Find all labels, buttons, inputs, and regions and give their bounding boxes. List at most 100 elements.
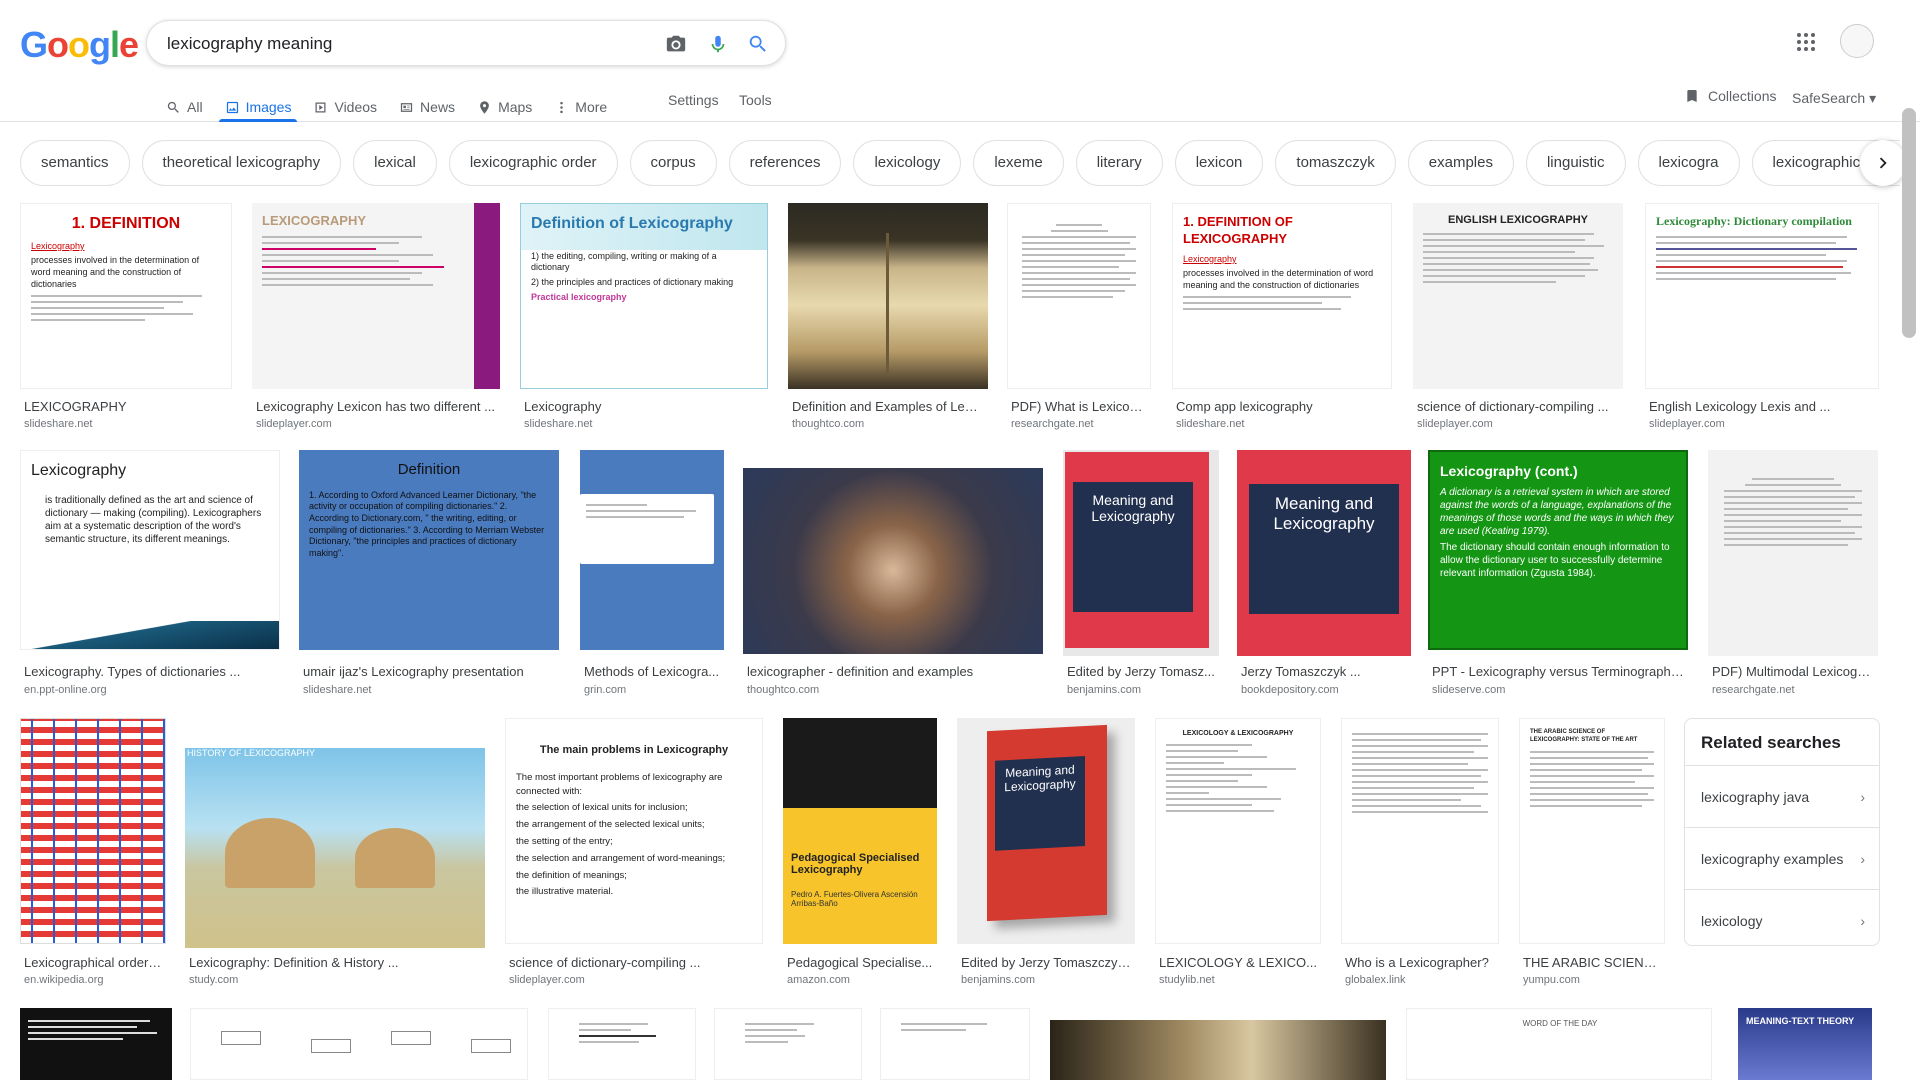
result-title[interactable]: Lexicographical order ...: [24, 955, 162, 970]
image-result[interactable]: Meaning and Lexicography Edited by Jerzy…: [957, 718, 1135, 988]
result-thumbnail[interactable]: [580, 450, 724, 650]
result-title[interactable]: Who is a Lexicographer?: [1345, 955, 1495, 970]
tab-videos[interactable]: Videos: [313, 86, 377, 122]
apps-grid-icon[interactable]: [1794, 30, 1818, 54]
chip[interactable]: theoretical lexicography: [141, 140, 342, 186]
tab-news[interactable]: News: [399, 86, 455, 122]
image-result[interactable]: Definition and Examples of Lexi... thoug…: [788, 203, 988, 433]
image-result[interactable]: [880, 1008, 1030, 1080]
image-result[interactable]: [20, 1008, 172, 1080]
result-title[interactable]: Edited by Jerzy Tomasz...: [1067, 664, 1215, 679]
result-thumbnail[interactable]: [880, 1008, 1030, 1080]
chip[interactable]: semantics: [20, 140, 130, 186]
image-result[interactable]: Definition 1. According to Oxford Advanc…: [299, 450, 559, 700]
result-thumbnail[interactable]: ENGLISH LEXICOGRAPHY: [1413, 203, 1623, 389]
image-result[interactable]: HISTORY OF LEXICOGRAPHY Lexicography: De…: [185, 718, 485, 988]
image-result[interactable]: Methods of Lexicogra... grin.com: [580, 450, 724, 700]
camera-icon[interactable]: [665, 33, 687, 55]
image-result[interactable]: LEXICOGRAPHY Lexicography Lexicon has tw…: [252, 203, 500, 433]
result-thumbnail[interactable]: Lexicography (cont.) A dictionary is a r…: [1428, 450, 1688, 650]
image-result[interactable]: lexicographer - definition and examples …: [743, 450, 1043, 700]
result-title[interactable]: Edited by Jerzy Tomaszczyk...: [961, 955, 1131, 970]
result-title[interactable]: science of dictionary-compiling ...: [509, 955, 759, 970]
result-thumbnail[interactable]: 1. DEFINITION OF LEXICOGRAPHY Lexicograp…: [1172, 203, 1392, 389]
result-thumbnail[interactable]: Lexicography is traditionally defined as…: [20, 450, 280, 650]
result-thumbnail[interactable]: LEXICOLOGY & LEXICOGRAPHY: [1155, 718, 1321, 944]
chip[interactable]: corpus: [629, 140, 717, 186]
scrollbar[interactable]: [1902, 108, 1916, 338]
image-result[interactable]: The main problems in Lexicography The mo…: [505, 718, 763, 988]
chip[interactable]: linguistic: [1525, 140, 1626, 186]
image-result[interactable]: [548, 1008, 696, 1080]
image-result[interactable]: PDF) What is Lexicogr... researchgate.ne…: [1007, 203, 1151, 433]
result-title[interactable]: Lexicography. Types of dictionaries ...: [24, 664, 276, 679]
result-title[interactable]: English Lexicology Lexis and ...: [1649, 399, 1875, 414]
image-result[interactable]: 1. DEFINITION Lexicography processes inv…: [20, 203, 232, 433]
result-title[interactable]: science of dictionary-compiling ...: [1417, 399, 1619, 414]
image-result[interactable]: Lexicography (cont.) A dictionary is a r…: [1428, 450, 1688, 700]
image-result[interactable]: ENGLISH LEXICOGRAPHY science of dictiona…: [1413, 203, 1623, 433]
chip[interactable]: lexicogra: [1637, 140, 1740, 186]
image-result[interactable]: Definition of Lexicography 1) the editin…: [520, 203, 768, 433]
chips-next-button[interactable]: [1860, 140, 1906, 186]
result-thumbnail[interactable]: [743, 468, 1043, 654]
result-thumbnail[interactable]: Lexicography: Dictionary compilation: [1645, 203, 1879, 389]
result-title[interactable]: Lexicography Lexicon has two different .…: [256, 399, 496, 414]
image-result[interactable]: MEANING-TEXT THEORY: [1738, 1008, 1872, 1080]
image-result[interactable]: THE ARABIC SCIENCE OF LEXICOGRAPHY: STAT…: [1519, 718, 1665, 988]
search-icon[interactable]: [747, 33, 769, 55]
chip[interactable]: references: [728, 140, 842, 186]
result-title[interactable]: Lexicography: [524, 399, 764, 414]
search-box[interactable]: [146, 20, 786, 66]
result-title[interactable]: PDF) What is Lexicogr...: [1011, 399, 1147, 414]
result-thumbnail[interactable]: [1050, 1020, 1386, 1080]
result-thumbnail[interactable]: [190, 1008, 528, 1080]
result-thumbnail[interactable]: WORD OF THE DAY: [1406, 1008, 1712, 1080]
related-search-item[interactable]: lexicography java ›: [1685, 765, 1879, 827]
result-thumbnail[interactable]: Meaning and Lexicography: [957, 718, 1135, 944]
chip[interactable]: lexicology: [853, 140, 962, 186]
image-result[interactable]: Lexicographical order ... en.wikipedia.o…: [20, 718, 166, 988]
result-title[interactable]: PPT - Lexicography versus Terminography …: [1432, 664, 1684, 679]
chip[interactable]: examples: [1407, 140, 1514, 186]
chip[interactable]: lexeme: [973, 140, 1064, 186]
image-result[interactable]: Lexicography is traditionally defined as…: [20, 450, 280, 700]
result-thumbnail[interactable]: [1341, 718, 1499, 944]
result-thumbnail[interactable]: Definition 1. According to Oxford Advanc…: [299, 450, 559, 650]
result-thumbnail[interactable]: [1708, 450, 1878, 656]
settings-link[interactable]: Settings: [668, 92, 719, 108]
result-title[interactable]: THE ARABIC SCIENC...: [1523, 955, 1661, 970]
result-thumbnail[interactable]: [548, 1008, 696, 1080]
result-title[interactable]: LEXICOGRAPHY: [24, 399, 228, 414]
image-result[interactable]: PDF) Multimodal Lexicogra... researchgat…: [1708, 450, 1878, 700]
image-result[interactable]: Pedagogical Specialised Lexicography Ped…: [783, 718, 937, 988]
result-thumbnail[interactable]: Meaning and Lexicography: [1237, 450, 1411, 656]
result-thumbnail[interactable]: [788, 203, 988, 389]
result-thumbnail[interactable]: [1007, 203, 1151, 389]
safesearch-dropdown[interactable]: SafeSearch ▾: [1792, 90, 1876, 107]
chip[interactable]: lexicon: [1174, 140, 1264, 186]
search-input[interactable]: [167, 33, 637, 55]
result-thumbnail[interactable]: Pedagogical Specialised Lexicography Ped…: [783, 718, 937, 944]
chip[interactable]: lexical: [353, 140, 437, 186]
result-title[interactable]: Jerzy Tomaszczyk ...: [1241, 664, 1407, 679]
related-search-item[interactable]: lexicography examples ›: [1685, 827, 1879, 889]
result-thumbnail[interactable]: Definition of Lexicography 1) the editin…: [520, 203, 768, 389]
result-thumbnail[interactable]: Meaning and Lexicography: [1063, 450, 1219, 656]
chip[interactable]: literary: [1075, 140, 1163, 186]
result-title[interactable]: umair ijaz's Lexicography presentation: [303, 664, 555, 679]
result-title[interactable]: lexicographer - definition and examples: [747, 664, 1039, 679]
tab-images[interactable]: Images: [218, 86, 298, 122]
result-title[interactable]: Methods of Lexicogra...: [584, 664, 720, 679]
image-result[interactable]: Lexicography: Dictionary compilation Eng…: [1645, 203, 1879, 433]
avatar[interactable]: [1840, 24, 1874, 58]
result-title[interactable]: Pedagogical Specialise...: [787, 955, 933, 970]
chip[interactable]: lexicographic order: [448, 140, 618, 186]
image-result[interactable]: Who is a Lexicographer? globalex.link: [1341, 718, 1499, 988]
result-title[interactable]: Lexicography: Definition & History ...: [189, 955, 481, 970]
result-thumbnail[interactable]: [20, 718, 166, 944]
result-thumbnail[interactable]: LEXICOGRAPHY: [252, 203, 500, 389]
result-thumbnail[interactable]: [20, 1008, 172, 1080]
result-thumbnail[interactable]: The main problems in Lexicography The mo…: [505, 718, 763, 944]
result-thumbnail[interactable]: HISTORY OF LEXICOGRAPHY: [185, 748, 485, 948]
